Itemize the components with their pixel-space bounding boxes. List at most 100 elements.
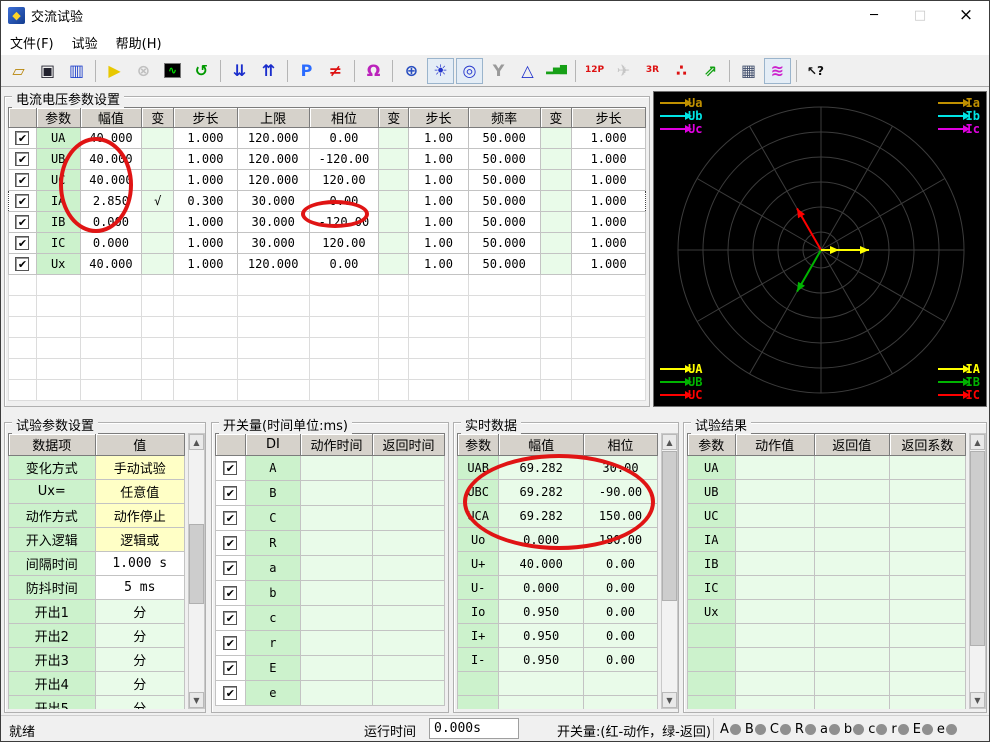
row-checkbox[interactable]: ✔ bbox=[223, 561, 238, 576]
ray-burst-button[interactable]: ☀ bbox=[427, 57, 454, 84]
param-step1-cell[interactable]: 0.300 bbox=[173, 190, 238, 212]
checkbox-cell[interactable]: ✔ bbox=[215, 530, 246, 556]
minimize-button[interactable]: ─ bbox=[851, 1, 897, 29]
param-step3-cell[interactable]: 1.000 bbox=[571, 190, 646, 212]
param-step3-cell[interactable]: 1.000 bbox=[571, 211, 646, 233]
twelve-phase-button[interactable]: 12P bbox=[581, 58, 608, 84]
checkbox-cell[interactable]: ✔ bbox=[215, 455, 246, 481]
calculator-button[interactable]: ▦ bbox=[735, 58, 762, 84]
row-checkbox[interactable]: ✔ bbox=[223, 536, 238, 551]
row-checkbox[interactable]: ✔ bbox=[15, 194, 30, 209]
param-freq-cell[interactable]: 50.000 bbox=[467, 169, 541, 191]
scroll-thumb[interactable] bbox=[189, 524, 204, 604]
param-step2-cell[interactable]: 1.00 bbox=[408, 169, 469, 191]
checkbox-cell[interactable]: ✔ bbox=[215, 580, 246, 606]
param-step2-cell[interactable]: 1.00 bbox=[408, 127, 469, 149]
step-up-button[interactable]: ⇈ bbox=[255, 58, 282, 84]
checkbox-cell[interactable]: ✔ bbox=[215, 480, 246, 506]
row-checkbox[interactable]: ✔ bbox=[15, 131, 30, 146]
scroll-up-arrow[interactable]: ▲ bbox=[189, 434, 204, 450]
param-phase-cell[interactable]: 120.00 bbox=[308, 232, 380, 254]
param-step1-cell[interactable]: 1.000 bbox=[173, 211, 238, 233]
test-params-scrollbar[interactable]: ▲ ▼ bbox=[188, 433, 205, 709]
scroll-thumb[interactable] bbox=[662, 451, 677, 601]
param-phase-cell[interactable]: -120.00 bbox=[308, 148, 380, 170]
param-step2-cell[interactable]: 1.00 bbox=[408, 232, 469, 254]
scroll-up-arrow[interactable]: ▲ bbox=[970, 434, 985, 450]
param-phase-cell[interactable]: 120.00 bbox=[308, 169, 380, 191]
param-step1-cell[interactable]: 1.000 bbox=[173, 232, 238, 254]
vector-dots-button[interactable]: ∴ bbox=[668, 58, 695, 84]
phase-flag-button[interactable]: P bbox=[293, 58, 320, 84]
param-step2-cell[interactable]: 1.00 bbox=[408, 253, 469, 275]
param-amp-cell[interactable]: 40.000 bbox=[79, 253, 143, 275]
param-step3-cell[interactable]: 1.000 bbox=[571, 148, 646, 170]
row-checkbox[interactable]: ✔ bbox=[223, 661, 238, 676]
row-checkbox[interactable]: ✔ bbox=[15, 236, 30, 251]
param-limit-cell[interactable]: 30.000 bbox=[236, 232, 310, 254]
harmonic-bars-button[interactable]: ▂▅▇ bbox=[543, 58, 570, 84]
row-checkbox[interactable]: ✔ bbox=[223, 636, 238, 651]
param-limit-cell[interactable]: 120.000 bbox=[236, 148, 310, 170]
run-test-button[interactable]: ▶ bbox=[101, 58, 128, 84]
menu-item-0[interactable]: 文件(F) bbox=[1, 29, 63, 56]
tp-value-cell[interactable]: 分 bbox=[94, 599, 185, 624]
param-step2-cell[interactable]: 1.00 bbox=[408, 148, 469, 170]
tp-value-cell[interactable]: 手动试验 bbox=[94, 455, 185, 480]
export-report-button[interactable]: ▥ bbox=[63, 58, 90, 84]
param-limit-cell[interactable]: 120.000 bbox=[236, 169, 310, 191]
tp-value-cell[interactable]: 任意值 bbox=[94, 479, 185, 504]
row-checkbox[interactable]: ✔ bbox=[223, 511, 238, 526]
param-phase-cell[interactable]: 0.00 bbox=[308, 127, 380, 149]
tp-value-cell[interactable]: 5 ms bbox=[94, 575, 185, 600]
waveform-view-button[interactable]: ≋ bbox=[764, 57, 791, 84]
save-button[interactable]: ▣ bbox=[34, 58, 61, 84]
row-checkbox[interactable]: ✔ bbox=[223, 686, 238, 701]
results-scrollbar[interactable]: ▲ ▼ bbox=[969, 433, 986, 709]
scroll-up-arrow[interactable]: ▲ bbox=[662, 434, 677, 450]
checkbox-cell[interactable]: ✔ bbox=[8, 127, 37, 149]
param-step3-cell[interactable]: 1.000 bbox=[571, 127, 646, 149]
row-checkbox[interactable]: ✔ bbox=[223, 586, 238, 601]
step-down-button[interactable]: ⇊ bbox=[226, 58, 253, 84]
checkbox-cell[interactable]: ✔ bbox=[215, 680, 246, 706]
checkbox-cell[interactable]: ✔ bbox=[8, 169, 37, 191]
checkbox-cell[interactable]: ✔ bbox=[8, 148, 37, 170]
param-limit-cell[interactable]: 120.000 bbox=[236, 253, 310, 275]
checkbox-cell[interactable]: ✔ bbox=[8, 211, 37, 233]
lock-button[interactable]: Ω bbox=[360, 58, 387, 84]
param-step1-cell[interactable]: 1.000 bbox=[173, 127, 238, 149]
param-limit-cell[interactable]: 30.000 bbox=[236, 211, 310, 233]
row-checkbox[interactable]: ✔ bbox=[223, 461, 238, 476]
wye-connection-button[interactable]: Y bbox=[485, 58, 512, 84]
row-checkbox[interactable]: ✔ bbox=[223, 611, 238, 626]
param-step3-cell[interactable]: 1.000 bbox=[571, 232, 646, 254]
tp-value-cell[interactable]: 1.000 s bbox=[94, 551, 185, 576]
menu-item-2[interactable]: 帮助(H) bbox=[107, 29, 171, 56]
param-freq-cell[interactable]: 50.000 bbox=[467, 148, 541, 170]
undo-button[interactable]: ↺ bbox=[188, 58, 215, 84]
three-phase-r-button[interactable]: 3R bbox=[639, 58, 666, 84]
menu-item-1[interactable]: 试验 bbox=[63, 29, 107, 56]
tp-value-cell[interactable]: 分 bbox=[94, 647, 185, 672]
param-freq-cell[interactable]: 50.000 bbox=[467, 253, 541, 275]
checkbox-cell[interactable]: ✔ bbox=[215, 505, 246, 531]
row-checkbox[interactable]: ✔ bbox=[15, 152, 30, 167]
zoom-magnifier-button[interactable]: ⊕ bbox=[398, 58, 425, 84]
param-step1-cell[interactable]: 1.000 bbox=[173, 253, 238, 275]
param-amp-cell[interactable]: 0.000 bbox=[79, 232, 143, 254]
param-limit-cell[interactable]: 120.000 bbox=[236, 127, 310, 149]
close-button[interactable]: × bbox=[943, 1, 989, 29]
param-step2-cell[interactable]: 1.00 bbox=[408, 190, 469, 212]
not-equal-button[interactable]: ≠ bbox=[322, 58, 349, 84]
row-checkbox[interactable]: ✔ bbox=[15, 173, 30, 188]
realtime-scrollbar[interactable]: ▲ ▼ bbox=[661, 433, 678, 709]
param-freq-cell[interactable]: 50.000 bbox=[467, 190, 541, 212]
checkbox-cell[interactable]: ✔ bbox=[215, 555, 246, 581]
scroll-down-arrow[interactable]: ▼ bbox=[970, 692, 985, 708]
param-phase-cell[interactable]: 0.00 bbox=[308, 253, 380, 275]
param-limit-cell[interactable]: 30.000 bbox=[236, 190, 310, 212]
checkbox-cell[interactable]: ✔ bbox=[215, 655, 246, 681]
context-help-button[interactable]: ↖? bbox=[802, 58, 829, 84]
tp-value-cell[interactable]: 分 bbox=[94, 671, 185, 696]
